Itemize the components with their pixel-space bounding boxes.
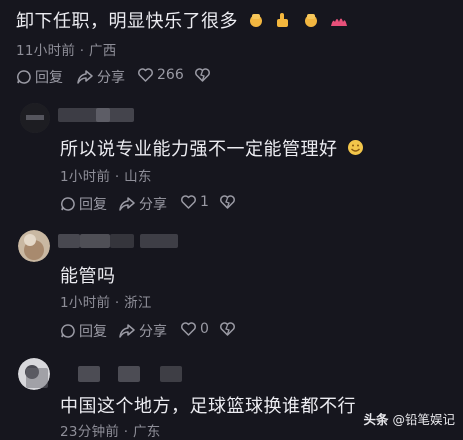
fire-emoji-icon (329, 12, 349, 33)
smile-emoji-icon (347, 139, 364, 161)
username-blurred (118, 366, 140, 382)
username-blurred (96, 108, 134, 122)
like-button[interactable]: 1 (180, 194, 209, 210)
username-blurred (110, 234, 134, 248)
share-button[interactable]: 分享 (118, 321, 167, 341)
comment-text: 卸下任职，明显快乐了很多 (16, 7, 349, 34)
broken-heart-icon (195, 68, 210, 82)
share-button[interactable]: 分享 (118, 194, 167, 214)
like-button[interactable]: 266 (137, 67, 184, 83)
heart-icon (181, 195, 196, 209)
comment-1: 卸下任职，明显快乐了很多 11小时前 · 广西 回复 分享 266 (0, 0, 463, 90)
comment-meta: 11小时前 · 广西 (16, 43, 117, 59)
comment-meta: 1小时前 · 山东 (60, 169, 152, 185)
username-blurred (80, 234, 110, 248)
username-blurred (78, 366, 100, 382)
fist-emoji-icon (302, 11, 320, 34)
share-icon (119, 197, 135, 211)
username-blurred (58, 234, 80, 248)
share-icon (77, 70, 93, 84)
broken-heart-icon (220, 195, 235, 209)
watermark: 头条 @铅笔娱记 (363, 409, 455, 428)
reply-icon (17, 70, 31, 84)
comment-2: 所以说专业能力强不一定能管理好 1小时前 · 山东 回复 分享 1 (0, 95, 463, 215)
thumbs-up-emoji-icon (274, 11, 292, 34)
reply-button[interactable]: 回复 (60, 321, 107, 341)
reply-icon (61, 324, 75, 338)
avatar[interactable] (20, 103, 50, 133)
username-blurred (140, 234, 178, 248)
heart-icon (138, 68, 153, 82)
watermark-account: @铅笔娱记 (392, 412, 455, 427)
comment-3: 能管吗 1小时前 · 浙江 回复 分享 0 (0, 222, 463, 347)
comment-meta: 23分钟前 · 广东 (60, 424, 161, 440)
fist-emoji-icon (247, 11, 265, 34)
reply-button[interactable]: 回复 (16, 67, 63, 87)
share-button[interactable]: 分享 (76, 67, 125, 87)
comment-meta: 1小时前 · 浙江 (60, 295, 152, 311)
username-blurred (26, 368, 48, 388)
comment-text: 中国这个地方，足球篮球换谁都不行 (60, 396, 356, 417)
broken-heart-icon (220, 322, 235, 336)
share-icon (119, 324, 135, 338)
username-blurred (160, 366, 182, 382)
avatar[interactable] (18, 230, 50, 262)
comment-text: 能管吗 (60, 266, 116, 287)
reply-button[interactable]: 回复 (60, 194, 107, 214)
watermark-source: 头条 (363, 412, 389, 427)
like-button[interactable]: 0 (180, 321, 209, 337)
heart-icon (181, 322, 196, 336)
dislike-button[interactable] (194, 67, 214, 83)
reply-icon (61, 197, 75, 211)
dislike-button[interactable] (219, 321, 239, 337)
dislike-button[interactable] (219, 194, 239, 210)
comment-text: 所以说专业能力强不一定能管理好 (60, 135, 364, 161)
